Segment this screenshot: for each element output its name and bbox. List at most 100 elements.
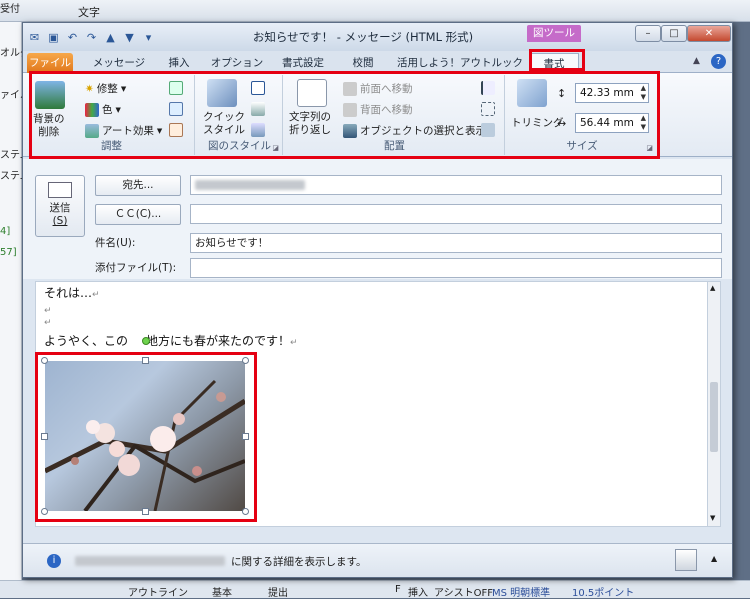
tab-review[interactable]: 校閲 — [345, 53, 381, 73]
wrap-text-icon[interactable] — [297, 79, 327, 107]
rotate-handle[interactable] — [142, 337, 150, 345]
background-sidebar: 受付 オルダ ァイル ステム ステム 4] 57] — [0, 4, 30, 582]
adjust-group: 背景の 削除 ✷ 修整 ▼ 色 ▼ アート効果 ▼ 調整 — [29, 75, 195, 155]
envelope-icon — [48, 182, 72, 198]
color-button[interactable]: 色 ▼ — [85, 102, 121, 117]
scroll-up-icon[interactable]: ▲ — [710, 284, 715, 292]
cc-field[interactable] — [190, 204, 722, 224]
background-toolbar: 文字 — [0, 0, 750, 22]
group-icon[interactable] — [481, 102, 495, 116]
close-button[interactable]: ✕ — [687, 25, 731, 42]
outlook-icon[interactable]: ✉ — [27, 30, 42, 45]
artistic-effects-label: アート効果 — [102, 125, 154, 137]
height-input[interactable]: 42.33 mm ▲ ▼ — [575, 83, 649, 103]
tab-format-text[interactable]: 書式設定 — [275, 53, 331, 73]
crop-label: トリミング — [511, 117, 564, 129]
picture-layout-icon[interactable] — [251, 123, 265, 137]
bring-forward-button[interactable]: 前面へ移動 — [343, 81, 413, 96]
tab-insert[interactable]: 挿入 — [161, 53, 197, 73]
bg-insert: 挿入 — [408, 588, 428, 599]
picture-border-icon[interactable] — [251, 81, 265, 95]
redo-icon[interactable]: ↷ — [84, 30, 99, 45]
quick-styles-button[interactable]: クイック スタイル — [203, 111, 245, 137]
resize-handle[interactable] — [242, 433, 249, 440]
crop-button[interactable]: トリミング — [511, 115, 564, 130]
corrections-button[interactable]: ✷ 修整 ▼ — [85, 81, 126, 96]
minimize-button[interactable]: – — [635, 25, 661, 42]
up-icon[interactable]: ▲ — [103, 30, 118, 45]
minimize-ribbon-icon[interactable]: ▲ — [693, 56, 700, 66]
send-backward-label: 背面へ移動 — [360, 104, 413, 116]
align-icon[interactable] — [481, 81, 495, 95]
help-icon[interactable]: ? — [711, 54, 726, 69]
resize-handle[interactable] — [242, 357, 249, 364]
compress-pictures-icon[interactable] — [169, 81, 183, 95]
paragraph-mark-icon: ↵ — [92, 290, 100, 300]
color-icon — [85, 102, 99, 117]
send-backward-icon — [343, 102, 357, 117]
remove-background-icon[interactable] — [35, 81, 65, 109]
size-group: トリミング ↕ 42.33 mm ▲ ▼ ↔ 56.44 mm ▲ ▼ サイズ ◪ — [507, 75, 657, 155]
expand-icon[interactable]: ▲ — [711, 554, 717, 563]
cc-button[interactable]: ＣＣ(C)... — [95, 204, 181, 225]
remove-background-button[interactable]: 背景の 削除 — [33, 113, 65, 139]
resize-handle[interactable] — [41, 357, 48, 364]
attachment-field[interactable] — [190, 258, 722, 278]
vertical-scrollbar[interactable]: ▲ ▼ — [707, 281, 721, 527]
resize-handle[interactable] — [41, 433, 48, 440]
crop-icon[interactable] — [517, 79, 547, 107]
resize-handle[interactable] — [142, 357, 149, 364]
color-label: 色 — [102, 104, 113, 116]
scroll-thumb[interactable] — [710, 382, 718, 452]
send-backward-button[interactable]: 背面へ移動 — [343, 102, 413, 117]
rotate-icon[interactable] — [481, 123, 495, 137]
ribbon: 背景の 削除 ✷ 修整 ▼ 色 ▼ アート効果 ▼ 調整 クイック スタイル 図のスタイ… — [23, 73, 732, 157]
picture-effects-icon[interactable] — [251, 102, 265, 116]
artistic-effects-button[interactable]: アート効果 ▼ — [85, 123, 162, 138]
save-icon[interactable]: ▣ — [46, 30, 61, 45]
change-picture-icon[interactable] — [169, 102, 183, 116]
to-button[interactable]: 宛先... — [95, 175, 181, 196]
subject-field[interactable]: お知らせです！ — [190, 233, 722, 253]
dialog-launcher-icon[interactable]: ◪ — [646, 144, 653, 152]
tab-message[interactable]: メッセージ — [89, 53, 149, 73]
window-title: お知らせです！ - メッセージ (HTML 形式) — [252, 30, 474, 44]
scroll-down-icon[interactable]: ▼ — [710, 514, 715, 522]
width-value: 56.44 mm — [580, 117, 634, 129]
quick-styles-icon[interactable] — [207, 79, 237, 107]
quick-styles-label: スタイル — [203, 124, 245, 136]
bg-outline[interactable]: アウトライン — [128, 584, 188, 599]
spinner-icon[interactable]: ▲ ▼ — [641, 114, 646, 132]
resize-handle[interactable] — [142, 508, 149, 515]
reset-picture-icon[interactable] — [169, 123, 183, 137]
width-input[interactable]: 56.44 mm ▲ ▼ — [575, 113, 649, 133]
artistic-effects-icon — [85, 123, 99, 138]
resize-handle[interactable] — [242, 508, 249, 515]
send-button[interactable]: 送信 (S) — [35, 175, 85, 237]
maximize-button[interactable]: □ — [661, 25, 687, 42]
spinner-icon[interactable]: ▲ ▼ — [641, 84, 646, 102]
bg-f: F — [395, 584, 401, 595]
tab-katsuyou[interactable]: 活用しよう！アウトルック — [397, 53, 523, 73]
body-line: ようやく、この 地方にも春が来たのです！↵ — [44, 332, 298, 349]
down-icon[interactable]: ▼ — [122, 30, 137, 45]
avatar[interactable] — [675, 549, 697, 571]
wrap-text-button[interactable]: 文字列の 折り返し — [289, 111, 331, 137]
chevron-down-icon: ▼ — [120, 84, 127, 93]
tab-picture-format[interactable]: 書式 — [529, 53, 579, 73]
cherry-blossom-photo[interactable] — [45, 361, 245, 511]
undo-icon[interactable]: ↶ — [65, 30, 80, 45]
to-field[interactable] — [190, 175, 722, 195]
dialog-launcher-icon[interactable]: ◪ — [272, 144, 279, 152]
bg-submit[interactable]: 提出 — [268, 584, 288, 599]
tab-file[interactable]: ファイル — [27, 53, 73, 73]
selection-pane-button[interactable]: オブジェクトの選択と表示 — [343, 123, 486, 138]
sun-icon: ✷ — [85, 82, 94, 95]
customize-icon[interactable]: ▾ — [141, 30, 156, 45]
resize-handle[interactable] — [41, 508, 48, 515]
redacted-name — [75, 556, 225, 566]
message-window: ✉ ▣ ↶ ↷ ▲ ▼ ▾ 図ツール お知らせです！ - メッセージ (HTML… — [22, 22, 733, 578]
paragraph-mark-icon: ↵ — [44, 318, 52, 328]
tab-options[interactable]: オプション — [209, 53, 265, 73]
bg-basic[interactable]: 基本 — [212, 584, 232, 599]
